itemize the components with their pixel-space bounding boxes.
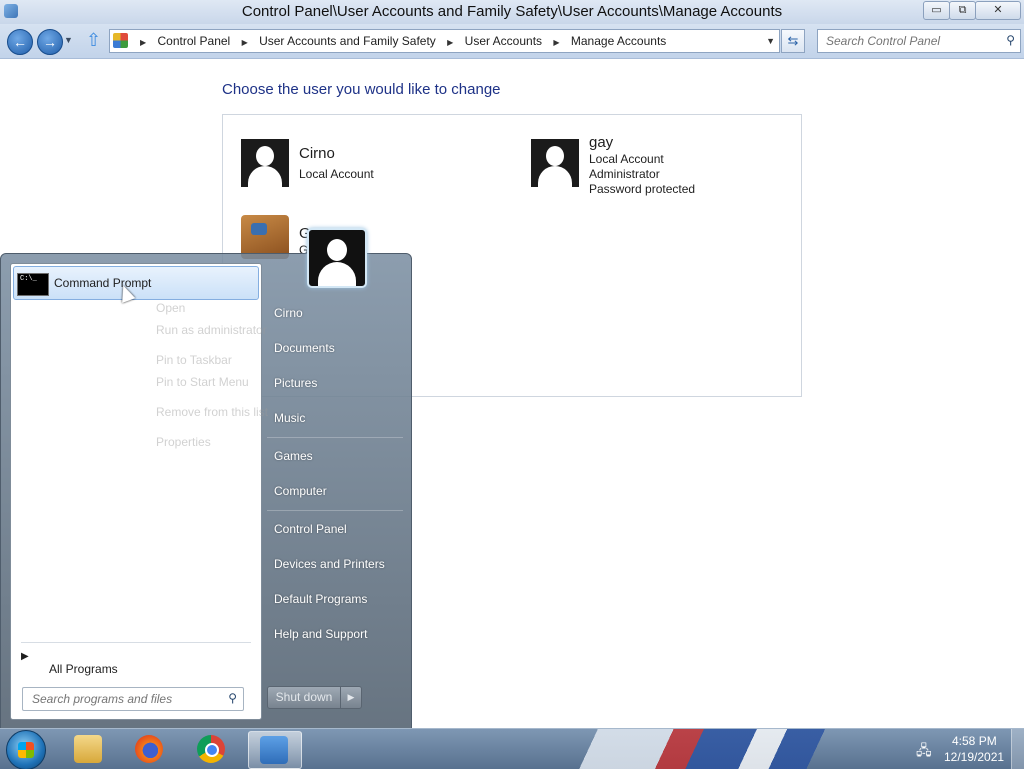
address-dropdown-icon[interactable]: ▼ bbox=[766, 30, 775, 52]
context-pin-start: Pin to Start Menu bbox=[156, 375, 249, 389]
network-icon[interactable]: 🖧 bbox=[916, 740, 932, 764]
control-panel-icon bbox=[113, 33, 128, 48]
start-item-pictures[interactable]: Pictures bbox=[274, 376, 317, 390]
start-item-default-programs[interactable]: Default Programs bbox=[274, 592, 367, 606]
forward-arrow-icon: → bbox=[43, 34, 57, 50]
fading-context-menu: Open Run as administrator Pin to Taskbar… bbox=[120, 291, 270, 457]
account-role: Administrator bbox=[589, 167, 660, 181]
address-bar[interactable]: ▶ Control Panel ▶ User Accounts and Fami… bbox=[109, 29, 780, 53]
command-prompt-label: Command Prompt bbox=[54, 276, 152, 290]
maximize-button[interactable]: ⧉ bbox=[949, 1, 976, 20]
taskbar-firefox[interactable] bbox=[124, 731, 176, 767]
back-button[interactable]: ← bbox=[7, 29, 33, 55]
divider bbox=[267, 510, 403, 511]
chevron-right-icon[interactable]: ▶ bbox=[140, 32, 146, 54]
title-bar: Control Panel\User Accounts and Family S… bbox=[0, 0, 1024, 24]
up-arrow-icon[interactable]: ⇧ bbox=[86, 30, 101, 51]
start-item-games[interactable]: Games bbox=[274, 449, 313, 463]
firefox-icon bbox=[135, 735, 163, 763]
start-item-music[interactable]: Music bbox=[274, 411, 305, 425]
context-open: Open bbox=[156, 301, 186, 315]
play-arrow-icon: ▶ bbox=[21, 651, 29, 662]
page-title: Choose the user you would like to change bbox=[222, 81, 501, 98]
taskbar-explorer[interactable] bbox=[63, 731, 115, 767]
start-search-box[interactable]: ⚲ bbox=[22, 687, 244, 711]
user-avatar-icon bbox=[241, 139, 289, 187]
context-remove: Remove from this list bbox=[156, 405, 269, 419]
context-run-as-admin: Run as administrator bbox=[156, 323, 267, 337]
account-name: Cirno bbox=[299, 145, 335, 162]
breadcrumb: ▶ Control Panel ▶ User Accounts and Fami… bbox=[132, 30, 666, 52]
account-name: gay bbox=[589, 134, 614, 151]
user-avatar-icon bbox=[531, 139, 579, 187]
account-type: Local Account bbox=[589, 152, 664, 166]
search-input[interactable] bbox=[824, 33, 998, 49]
start-item-computer[interactable]: Computer bbox=[274, 484, 327, 498]
search-icon[interactable]: ⚲ bbox=[1006, 33, 1015, 47]
taskbar-control-panel[interactable] bbox=[248, 731, 302, 769]
window-title: Control Panel\User Accounts and Family S… bbox=[241, 3, 783, 20]
account-gay[interactable]: gay Local Account Administrator Password… bbox=[531, 134, 781, 219]
clock-time[interactable]: 4:58 PM bbox=[952, 734, 997, 748]
chrome-icon bbox=[197, 735, 225, 763]
taskbar: 🖧 4:58 PM 12/19/2021 bbox=[0, 728, 1024, 769]
command-prompt-icon: C:\_ bbox=[17, 273, 49, 296]
account-password-status: Password protected bbox=[589, 182, 696, 196]
start-item-devices-printers[interactable]: Devices and Printers bbox=[274, 557, 385, 571]
account-type: Local Account bbox=[299, 167, 374, 181]
show-desktop-button[interactable] bbox=[1011, 729, 1024, 769]
search-icon[interactable]: ⚲ bbox=[228, 691, 237, 705]
chevron-right-icon[interactable]: ▶ bbox=[447, 32, 453, 54]
all-programs-button[interactable]: All Programs bbox=[49, 662, 118, 676]
back-arrow-icon: ← bbox=[13, 34, 27, 50]
clock-date[interactable]: 12/19/2021 bbox=[944, 750, 1004, 764]
chevron-right-icon[interactable]: ▶ bbox=[553, 32, 559, 54]
breadcrumb-manage-accounts[interactable]: Manage Accounts bbox=[571, 34, 666, 48]
start-item-help-support[interactable]: Help and Support bbox=[274, 627, 367, 641]
start-search-input[interactable] bbox=[30, 691, 219, 707]
start-item-documents[interactable]: Documents bbox=[274, 341, 335, 355]
chevron-right-icon[interactable]: ▶ bbox=[242, 32, 248, 54]
navigation-bar: ← → ▼ ⇧ ▶ Control Panel ▶ User Accounts … bbox=[0, 24, 1024, 59]
divider bbox=[21, 642, 251, 643]
start-item-control-panel[interactable]: Control Panel bbox=[274, 522, 347, 536]
refresh-icon: ⇆ bbox=[787, 33, 799, 48]
desktop-wallpaper bbox=[560, 729, 920, 769]
recent-pages-dropdown[interactable]: ▼ bbox=[64, 35, 73, 45]
breadcrumb-user-accounts-family-safety[interactable]: User Accounts and Family Safety bbox=[259, 34, 436, 48]
close-button[interactable]: ✕ bbox=[975, 1, 1021, 20]
start-item-cirno[interactable]: Cirno bbox=[274, 306, 303, 320]
minimize-button[interactable]: ▭ bbox=[923, 1, 950, 20]
account-cirno[interactable]: Cirno Local Account bbox=[241, 139, 491, 199]
shutdown-options-icon[interactable]: ▶ bbox=[340, 686, 362, 709]
programs-pane: C:\_ Command Prompt Open Run as administ… bbox=[10, 263, 268, 720]
divider bbox=[267, 437, 403, 438]
windows-logo-icon bbox=[18, 742, 34, 758]
forward-button[interactable]: → bbox=[37, 29, 63, 55]
start-button[interactable] bbox=[6, 730, 46, 769]
context-pin-taskbar: Pin to Taskbar bbox=[156, 353, 232, 367]
search-box[interactable]: ⚲ bbox=[817, 29, 1021, 53]
windows-explorer-icon bbox=[74, 735, 102, 763]
context-properties: Properties bbox=[156, 435, 211, 449]
control-panel-icon bbox=[260, 736, 288, 764]
breadcrumb-control-panel[interactable]: Control Panel bbox=[158, 34, 231, 48]
user-picture-icon[interactable] bbox=[307, 228, 367, 288]
taskbar-chrome[interactable] bbox=[186, 731, 238, 767]
breadcrumb-user-accounts[interactable]: User Accounts bbox=[465, 34, 542, 48]
shutdown-button[interactable]: Shut down bbox=[267, 686, 341, 709]
start-menu: C:\_ Command Prompt Open Run as administ… bbox=[0, 228, 412, 730]
refresh-button[interactable]: ⇆ bbox=[781, 29, 805, 53]
